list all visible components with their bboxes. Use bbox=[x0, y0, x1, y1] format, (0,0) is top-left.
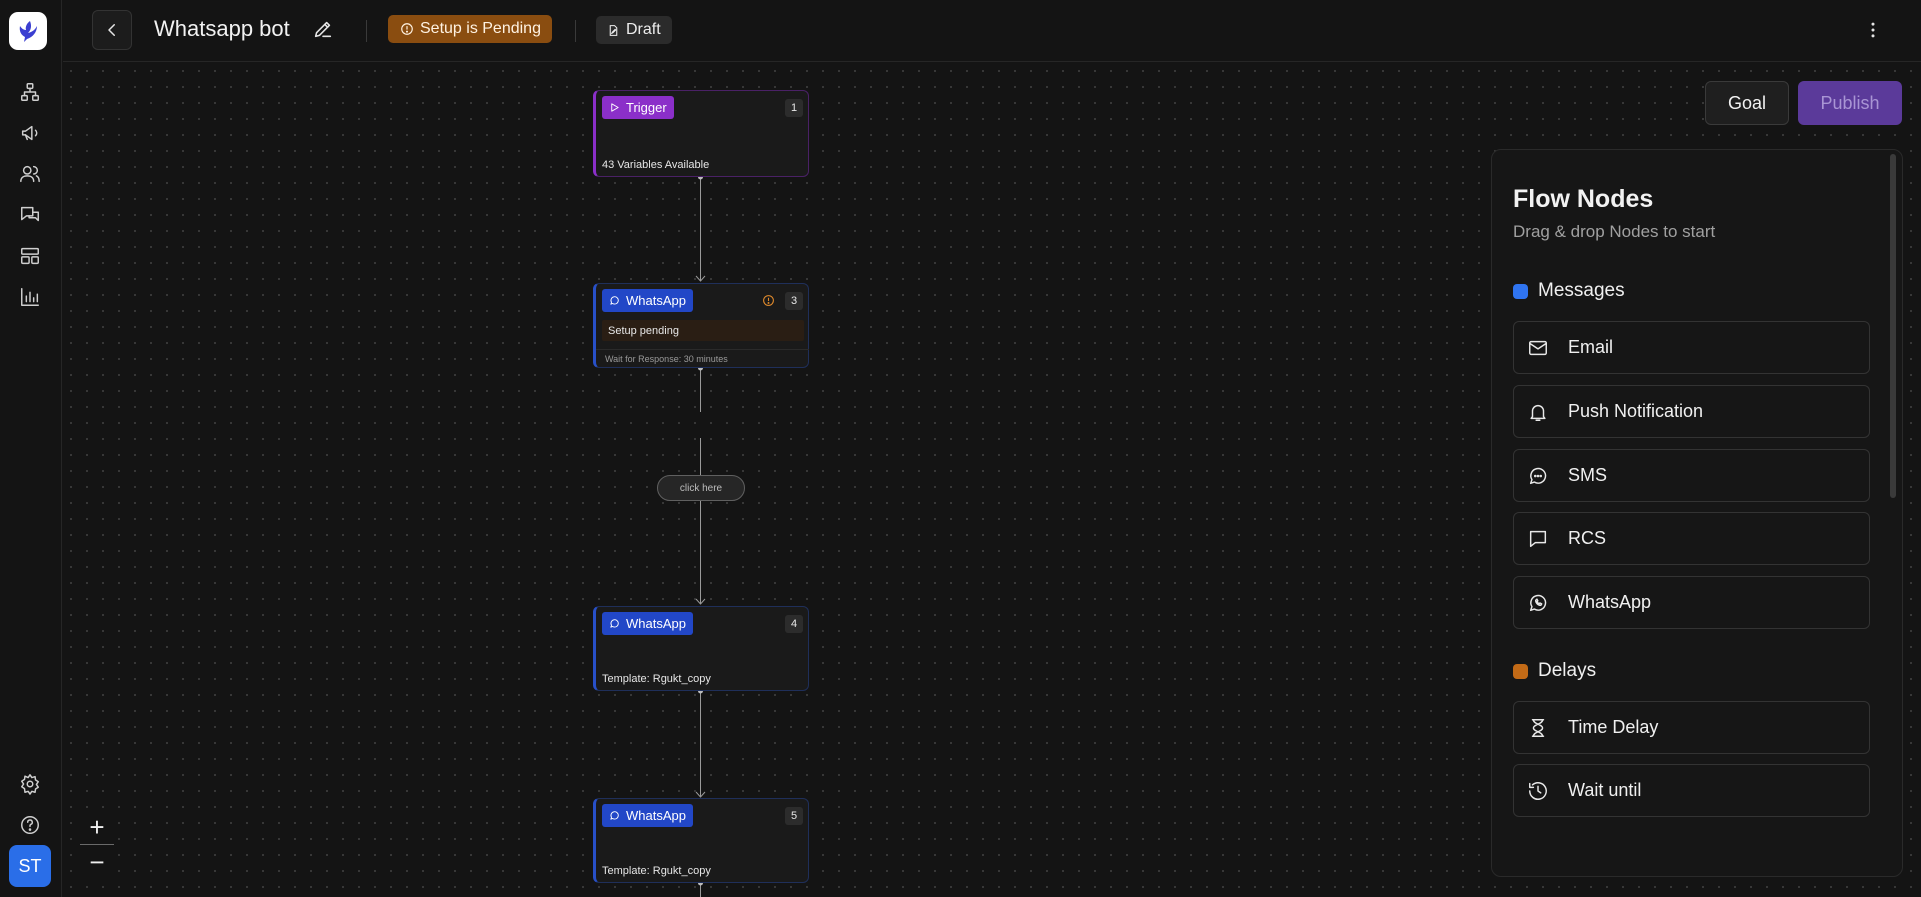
node-tag-label: Trigger bbox=[626, 100, 667, 115]
node-footer: Template: Rgukt_copy bbox=[602, 673, 711, 685]
hourglass-icon bbox=[1531, 718, 1545, 737]
back-button[interactable] bbox=[92, 10, 132, 50]
edit-title-icon[interactable] bbox=[312, 18, 336, 42]
warning-icon bbox=[762, 294, 775, 307]
header-divider bbox=[366, 20, 367, 42]
node-number: 3 bbox=[785, 292, 803, 310]
more-options-icon[interactable] bbox=[1860, 17, 1886, 43]
node-item-whatsapp[interactable]: WhatsApp bbox=[1513, 576, 1870, 629]
help-icon[interactable] bbox=[18, 813, 42, 837]
panel-scrollbar[interactable] bbox=[1890, 154, 1896, 498]
node-item-sms[interactable]: SMS bbox=[1513, 449, 1870, 502]
node-item-time-delay[interactable]: Time Delay bbox=[1513, 701, 1870, 754]
whatsapp-tag: WhatsApp bbox=[602, 804, 693, 827]
node-tag-label: WhatsApp bbox=[626, 293, 686, 308]
panel-title: Flow Nodes bbox=[1513, 185, 1654, 213]
trigger-node[interactable]: Trigger 1 43 Variables Available bbox=[593, 90, 809, 177]
header-divider bbox=[575, 20, 576, 42]
whatsapp-node-3[interactable]: WhatsApp 3 Setup pending Wait for Respon… bbox=[593, 283, 809, 368]
chats-icon[interactable] bbox=[18, 203, 42, 227]
sidebar: ST bbox=[0, 0, 62, 897]
node-item-label: SMS bbox=[1568, 465, 1608, 485]
node-number: 5 bbox=[785, 807, 803, 825]
node-item-label: Time Delay bbox=[1568, 717, 1659, 737]
bird-logo-icon bbox=[19, 21, 37, 42]
publish-button[interactable]: Publish bbox=[1798, 81, 1902, 125]
flow-title: Whatsapp bot bbox=[154, 16, 290, 41]
section-color-dot bbox=[1513, 663, 1528, 679]
setup-pending-text: Setup pending bbox=[602, 320, 804, 341]
node-number: 4 bbox=[785, 615, 803, 633]
users-icon[interactable] bbox=[18, 162, 42, 186]
node-footer: Template: Rgukt_copy bbox=[602, 865, 711, 877]
trigger-tag: Trigger bbox=[602, 96, 674, 119]
section-label: Delays bbox=[1538, 660, 1597, 681]
draft-file-icon bbox=[609, 24, 618, 36]
section-label: Messages bbox=[1538, 280, 1625, 301]
message-circle-icon bbox=[1529, 467, 1547, 484]
play-icon bbox=[611, 103, 619, 112]
campaigns-icon[interactable] bbox=[18, 121, 42, 145]
node-tag-label: WhatsApp bbox=[626, 808, 686, 823]
node-item-email[interactable]: Email bbox=[1513, 321, 1870, 374]
alert-circle-icon bbox=[401, 23, 413, 35]
node-item-label: Email bbox=[1568, 337, 1614, 357]
app-logo[interactable] bbox=[9, 12, 47, 50]
panel-subtitle: Drag & drop Nodes to start bbox=[1513, 222, 1716, 241]
node-item-rcs[interactable]: RCS bbox=[1513, 512, 1870, 565]
zoom-out-button[interactable]: − bbox=[80, 845, 114, 879]
flows-icon[interactable] bbox=[18, 80, 42, 104]
node-item-label: WhatsApp bbox=[1568, 592, 1652, 612]
user-avatar[interactable]: ST bbox=[9, 845, 51, 887]
analytics-icon[interactable] bbox=[18, 285, 42, 309]
whatsapp-icon bbox=[610, 296, 619, 305]
whatsapp-tag: WhatsApp bbox=[602, 612, 693, 635]
section-color-dot bbox=[1513, 283, 1528, 299]
wait-for-response: Wait for Response: 30 minutes bbox=[596, 349, 809, 367]
message-square-icon bbox=[1529, 530, 1547, 547]
whatsapp-node-5[interactable]: WhatsApp 5 Template: Rgukt_copy bbox=[593, 798, 809, 883]
whatsapp-node-4[interactable]: WhatsApp 4 Template: Rgukt_copy bbox=[593, 606, 809, 691]
node-item-label: RCS bbox=[1568, 528, 1607, 548]
node-tag-label: WhatsApp bbox=[626, 616, 686, 631]
draft-badge-label: Draft bbox=[626, 21, 661, 38]
flow-canvas[interactable]: Trigger 1 43 Variables Available WhatsAp… bbox=[63, 63, 1921, 897]
flow-nodes-panel: Flow Nodes Drag & drop Nodes to start Me… bbox=[1491, 149, 1903, 877]
settings-icon[interactable] bbox=[18, 772, 42, 796]
bell-icon bbox=[1530, 404, 1546, 421]
node-number: 1 bbox=[785, 99, 803, 117]
edge-label-click-here[interactable]: click here bbox=[657, 475, 745, 501]
zoom-in-button[interactable]: + bbox=[80, 810, 114, 844]
section-delays: Delays bbox=[1513, 660, 1596, 682]
draft-badge: Draft bbox=[596, 16, 672, 44]
app: ST Whatsapp bot Setup is Pending Draft T… bbox=[0, 0, 1921, 897]
templates-icon[interactable] bbox=[18, 244, 42, 268]
chevron-left-icon bbox=[108, 24, 115, 36]
whatsapp-icon bbox=[610, 811, 619, 820]
whatsapp-icon bbox=[1529, 594, 1547, 611]
node-item-wait-until[interactable]: Wait until bbox=[1513, 764, 1870, 817]
top-header: Whatsapp bot Setup is Pending Draft bbox=[63, 0, 1921, 62]
node-item-label: Push Notification bbox=[1568, 401, 1704, 421]
whatsapp-icon bbox=[610, 619, 619, 628]
setup-pending-badge[interactable]: Setup is Pending bbox=[388, 15, 552, 43]
node-footer: 43 Variables Available bbox=[602, 159, 710, 171]
whatsapp-tag: WhatsApp bbox=[602, 289, 693, 312]
zoom-controls: + − bbox=[80, 810, 114, 879]
goal-button[interactable]: Goal bbox=[1705, 81, 1789, 125]
setup-badge-label: Setup is Pending bbox=[420, 20, 541, 37]
clock-history-icon bbox=[1529, 781, 1547, 800]
node-item-label: Wait until bbox=[1568, 780, 1642, 800]
mail-icon bbox=[1529, 340, 1547, 355]
section-messages: Messages bbox=[1513, 280, 1625, 302]
node-item-push-notification[interactable]: Push Notification bbox=[1513, 385, 1870, 438]
